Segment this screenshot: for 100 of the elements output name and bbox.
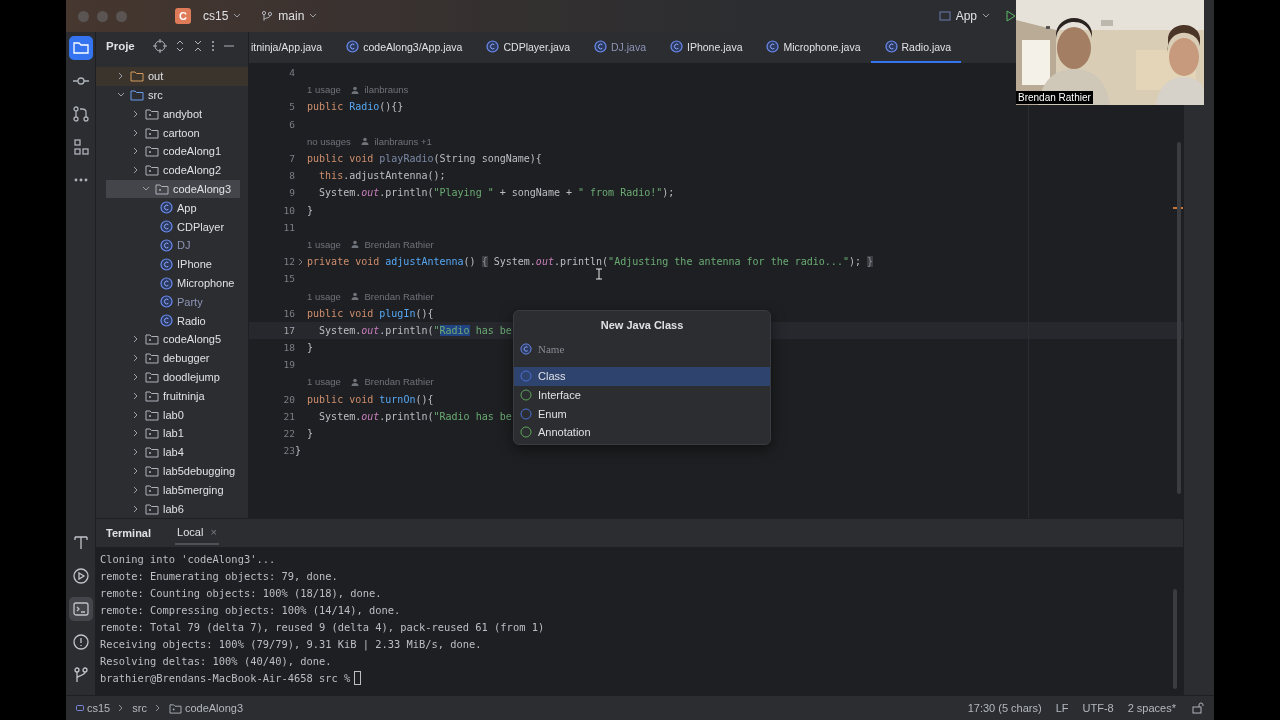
more-icon[interactable] xyxy=(210,39,215,54)
line-number: 7 xyxy=(289,153,295,165)
tree-item[interactable]: debugger xyxy=(96,348,248,368)
code-line: } xyxy=(306,204,314,216)
line-number: 23 xyxy=(283,445,295,457)
status-item[interactable]: UTF-8 xyxy=(1082,702,1114,714)
tree-item[interactable]: andybot xyxy=(96,104,248,124)
code-line: System.out.println("Radio has be xyxy=(318,410,512,422)
line-number: 17 xyxy=(283,324,295,336)
editor-tab[interactable]: IPhone.java xyxy=(656,32,753,63)
status-item[interactable]: LF xyxy=(1055,702,1069,714)
code-line: System.out.println("Playing " + songName + " from Radio!"); xyxy=(318,187,675,199)
line-number: 19 xyxy=(283,359,295,371)
status-item[interactable]: 17:30 (5 chars) xyxy=(967,702,1042,714)
tree-item[interactable]: fruitninja xyxy=(96,386,248,406)
author-hint[interactable]: Brendan Rathier xyxy=(350,238,434,250)
editor-tab[interactable]: codeAlong3/App.java xyxy=(332,32,473,63)
editor-tab[interactable]: CDPlayer.java xyxy=(472,32,580,63)
line-number: 10 xyxy=(283,204,295,216)
class-kind-option[interactable]: Interface xyxy=(514,385,770,405)
annotation-icon xyxy=(520,426,532,439)
folder-icon xyxy=(168,702,182,714)
tree-item[interactable]: codeAlong2 xyxy=(96,160,248,180)
branch-selector[interactable]: main xyxy=(257,7,322,25)
fold-icon[interactable] xyxy=(297,257,305,266)
usage-hint[interactable]: 1 usage xyxy=(307,84,341,96)
class-icon xyxy=(594,40,607,53)
editor-tab[interactable]: DJ.java xyxy=(580,32,656,63)
tree-item[interactable]: cartoon xyxy=(96,123,248,143)
tree-item[interactable]: doodlejump xyxy=(96,367,248,387)
tree-item[interactable]: Microphone xyxy=(96,273,248,293)
tree-item[interactable]: CDPlayer xyxy=(96,217,248,237)
terminal-prompt: brathier@Brendans-MacBook-Air-4658 src % xyxy=(100,672,351,685)
tree-item[interactable]: out xyxy=(96,66,248,86)
editor-tab[interactable]: itninja/App.java xyxy=(249,32,333,63)
tree-item[interactable]: Party xyxy=(96,292,248,312)
folder-icon xyxy=(145,483,159,496)
tree-item[interactable]: codeAlong1 xyxy=(96,142,248,161)
folder-icon xyxy=(145,164,159,177)
code-line: private void adjustAntenna() { System.out.println("Adjusting the antenna for the radio..."); } xyxy=(306,256,874,268)
class-kind-option[interactable]: Annotation xyxy=(514,423,770,442)
line-number: 20 xyxy=(283,393,295,405)
author-hint[interactable]: Brendan Rathier xyxy=(350,376,434,388)
lock-icon[interactable] xyxy=(1192,702,1204,714)
editor-tab[interactable]: Microphone.java xyxy=(752,32,871,63)
folder-icon xyxy=(145,126,159,139)
code-line: this.adjustAntenna(); xyxy=(318,170,446,182)
breadcrumb[interactable]: src xyxy=(132,702,147,714)
tree-item[interactable]: lab1 xyxy=(96,424,248,443)
breadcrumb[interactable]: cs15 xyxy=(76,702,111,714)
popup-title: New Java Class xyxy=(599,318,685,333)
author-hint[interactable]: Brendan Rathier xyxy=(350,290,434,302)
usage-hint[interactable]: 1 usage xyxy=(307,238,341,250)
class-icon xyxy=(160,201,173,215)
text-cursor-icon xyxy=(595,268,603,280)
line-number: 4 xyxy=(289,67,295,79)
class-kind-option[interactable]: Class xyxy=(514,367,770,386)
usage-hint[interactable]: 1 usage xyxy=(307,290,341,302)
project-icon[interactable] xyxy=(68,36,93,60)
usage-hint[interactable]: 1 usage xyxy=(307,376,341,388)
editor-tab[interactable]: Radio.java xyxy=(870,32,962,63)
status-item[interactable]: 2 spaces* xyxy=(1127,702,1176,714)
tree-item[interactable]: lab5debugging xyxy=(96,461,248,481)
project-selector[interactable]: cs15 xyxy=(199,7,246,25)
tree-item[interactable]: IPhone xyxy=(96,254,248,274)
locate-icon[interactable] xyxy=(152,39,167,54)
terminal-icon[interactable] xyxy=(68,597,93,621)
tree-item[interactable]: codeAlong5 xyxy=(96,330,248,349)
person-icon xyxy=(350,377,359,386)
person-icon xyxy=(350,292,359,301)
author-hint[interactable]: ilanbrauns +1 xyxy=(360,135,432,147)
line-number: 11 xyxy=(283,221,295,233)
expand-all-icon[interactable] xyxy=(174,39,185,54)
terminal-tab[interactable]: Local × xyxy=(175,521,219,545)
breadcrumb[interactable]: codeAlong3 xyxy=(168,702,244,714)
run-config-selector[interactable]: App xyxy=(934,7,994,25)
class-icon xyxy=(160,220,173,234)
code-line: public void plugIn(){ xyxy=(306,307,434,319)
usage-hint[interactable]: no usages xyxy=(307,135,351,147)
tree-item[interactable]: src xyxy=(96,85,248,105)
terminal-line: remote: Enumerating objects: 79, done. xyxy=(100,568,339,584)
folder-icon xyxy=(130,89,144,102)
tree-item[interactable]: DJ xyxy=(96,236,248,255)
class-kind-option[interactable]: Enum xyxy=(514,404,770,424)
author-hint[interactable]: ilanbrauns xyxy=(350,84,409,96)
class-icon xyxy=(520,343,532,355)
panel-title: Proje xyxy=(106,40,135,53)
tree-item[interactable]: Radio xyxy=(96,311,248,331)
folder-icon xyxy=(145,465,159,477)
folder-icon xyxy=(145,446,159,459)
collapse-all-icon[interactable] xyxy=(192,39,203,54)
tree-item[interactable]: App xyxy=(96,198,248,218)
tree-item[interactable]: lab5merging xyxy=(96,480,248,500)
line-number: 18 xyxy=(283,342,295,354)
run-icon[interactable] xyxy=(1006,10,1016,22)
tree-item[interactable]: lab4 xyxy=(96,442,248,462)
tree-item[interactable]: lab6 xyxy=(96,499,248,518)
tree-item[interactable]: codeAlong3 xyxy=(106,179,240,199)
name-field[interactable]: Name xyxy=(538,343,738,355)
tree-item[interactable]: lab0 xyxy=(96,405,248,424)
